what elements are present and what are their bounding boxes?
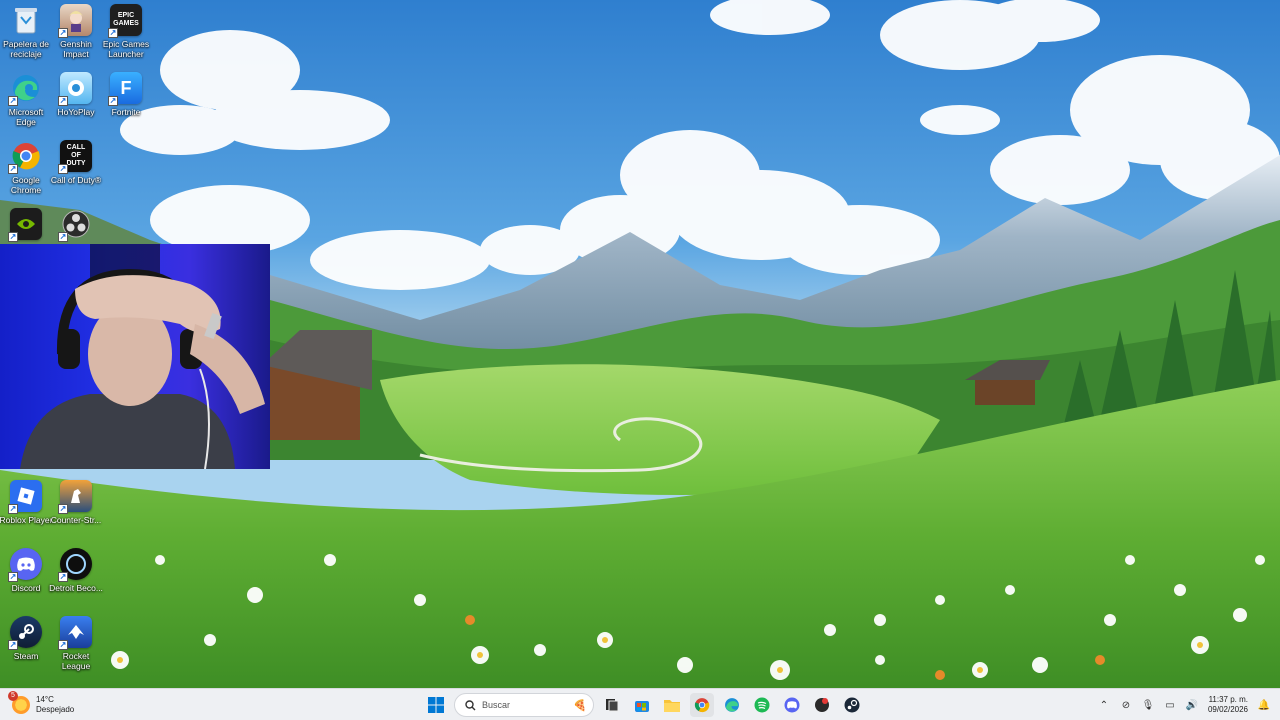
task-view-icon [606, 699, 619, 712]
taskbar-center: Buscar 🍕 [424, 692, 864, 718]
spotify-icon [754, 697, 770, 713]
sun-icon: 5 [8, 691, 30, 714]
discord-icon [784, 697, 800, 713]
desktop-icon-label: Genshin Impact [60, 39, 92, 59]
steam-icon: ↗ [8, 616, 42, 650]
clock[interactable]: 11:37 p. m. 09/02/2026 [1208, 695, 1248, 715]
search-placeholder: Buscar [482, 700, 511, 710]
app-taskbar-button[interactable] [810, 693, 834, 717]
taskbar-search[interactable]: Buscar 🍕 [454, 693, 594, 717]
hoyoplay-icon: ↗ [58, 72, 92, 106]
desktop-icon-detroit[interactable]: ↗ Detroit Beco... [49, 548, 103, 593]
start-button[interactable] [424, 693, 448, 717]
desktop-icon-label: Epic Games Launcher [102, 39, 150, 59]
edge-icon: ↗ [8, 72, 42, 106]
webcam-overlay [0, 244, 270, 469]
desktop-icon-label: Call of Duty® [50, 175, 102, 185]
desktop-icon-epic-games[interactable]: EPIC GAMES ↗ Epic Games Launcher [100, 4, 152, 59]
desktop-icon-label: HoYoPlay [57, 107, 95, 117]
chrome-icon [694, 698, 710, 713]
desktop-icon-chrome[interactable]: ↗ Google Chrome [0, 140, 52, 195]
task-view-button[interactable] [600, 693, 624, 717]
nvidia-icon: ↗ [8, 208, 42, 242]
chrome-icon: ↗ [8, 140, 42, 174]
desktop-icon-counter-strike[interactable]: ↗ Counter-Str... [50, 480, 102, 525]
call-of-duty-icon: CALL OF DUTY ↗ [58, 140, 92, 174]
volume-icon[interactable]: 🔊 [1186, 699, 1198, 711]
desktop-icon-label: Roblox Player [0, 515, 53, 525]
notification-bell-icon[interactable]: 🔔 [1258, 699, 1270, 711]
network-off-icon[interactable]: ⊘ [1120, 699, 1132, 711]
rocket-league-icon: ↗ [58, 616, 92, 650]
store-icon [635, 701, 649, 712]
desktop-icon-label: Papelera de reciclaje [3, 39, 49, 59]
windows-icon [428, 697, 444, 713]
wifi-icon[interactable]: ▭ [1164, 699, 1176, 711]
fortnite-icon: F ↗ [108, 72, 142, 106]
weather-widget[interactable]: 5 14°C Despejado [8, 691, 75, 717]
system-tray: ⌃ ⊘ 🎙 ▭ 🔊 11:37 p. m. 09/02/2026 🔔 [1098, 692, 1270, 718]
steam-icon [844, 697, 860, 713]
chrome-taskbar-button[interactable] [690, 693, 714, 717]
desktop-icon-nvidia[interactable]: ↗ [0, 208, 52, 242]
roblox-icon: ↗ [8, 480, 42, 514]
search-icon [465, 699, 476, 710]
discord-taskbar-button[interactable] [780, 693, 804, 717]
taskbar: 5 14°C Despejado Buscar 🍕 ⌃ ⊘ 🎙 ▭ 🔊 11:3… [0, 688, 1280, 720]
search-highlight-icon: 🍕 [573, 699, 587, 712]
store-button[interactable] [630, 693, 654, 717]
app-icon [815, 698, 829, 712]
desktop-icon-steam[interactable]: ↗ Steam [0, 616, 52, 661]
discord-icon: ↗ [8, 548, 42, 582]
microphone-icon[interactable]: 🎙 [1142, 699, 1155, 711]
edge-icon [725, 698, 739, 712]
counter-strike-icon: ↗ [58, 480, 92, 514]
desktop-icon-label: Fortnite [111, 107, 141, 117]
notification-badge: 5 [8, 691, 18, 701]
desktop-icon-label: Rocket League [61, 651, 91, 671]
desktop-icon-fortnite[interactable]: F ↗ Fortnite [100, 72, 152, 117]
desktop-icon-genshin-impact[interactable]: ↗ Genshin Impact [50, 4, 102, 59]
recycle-bin-icon [10, 4, 42, 36]
desktop-icon-label: Counter-Str... [50, 515, 102, 525]
desktop-icon-discord[interactable]: ↗ Discord [0, 548, 52, 593]
clock-time: 11:37 p. m. [1208, 695, 1248, 704]
desktop-icon-recycle-bin[interactable]: Papelera de reciclaje [0, 4, 52, 59]
obs-icon: ↗ [58, 208, 92, 242]
desktop-icon-obs[interactable]: ↗ [50, 208, 102, 242]
desktop-icon-roblox[interactable]: ↗ Roblox Player [0, 480, 52, 525]
detroit-icon: ↗ [58, 548, 92, 582]
desktop-icon-call-of-duty[interactable]: CALL OF DUTY ↗ Call of Duty® [50, 140, 102, 185]
folder-icon [664, 700, 680, 712]
desktop-icon-edge[interactable]: ↗ Microsoft Edge [0, 72, 52, 127]
desktop-icon-rocket-league[interactable]: ↗ Rocket League [50, 616, 102, 671]
desktop-icon-label: Steam [13, 651, 39, 661]
steam-taskbar-button[interactable] [840, 693, 864, 717]
desktop-icon-hoyoplay[interactable]: ↗ HoYoPlay [50, 72, 102, 117]
epic-games-icon: EPIC GAMES ↗ [108, 4, 142, 38]
desktop-icon-label: Detroit Beco... [49, 583, 103, 593]
desktop-icon-label: Microsoft Edge [8, 107, 44, 127]
weather-condition: Despejado [36, 705, 75, 714]
fortnite-logo-letter: F [120, 77, 132, 98]
epic-games-logo-text: EPIC GAMES [113, 12, 139, 27]
weather-temperature: 14°C [36, 695, 54, 704]
file-explorer-button[interactable] [660, 693, 684, 717]
desktop-icon-label: Discord [11, 583, 41, 593]
spotify-taskbar-button[interactable] [750, 693, 774, 717]
genshin-impact-icon: ↗ [58, 4, 92, 38]
clock-date: 09/02/2026 [1207, 705, 1248, 714]
chevron-up-icon[interactable]: ⌃ [1098, 699, 1110, 711]
desktop-icon-label: Google Chrome [10, 175, 42, 195]
edge-taskbar-button[interactable] [720, 693, 744, 717]
